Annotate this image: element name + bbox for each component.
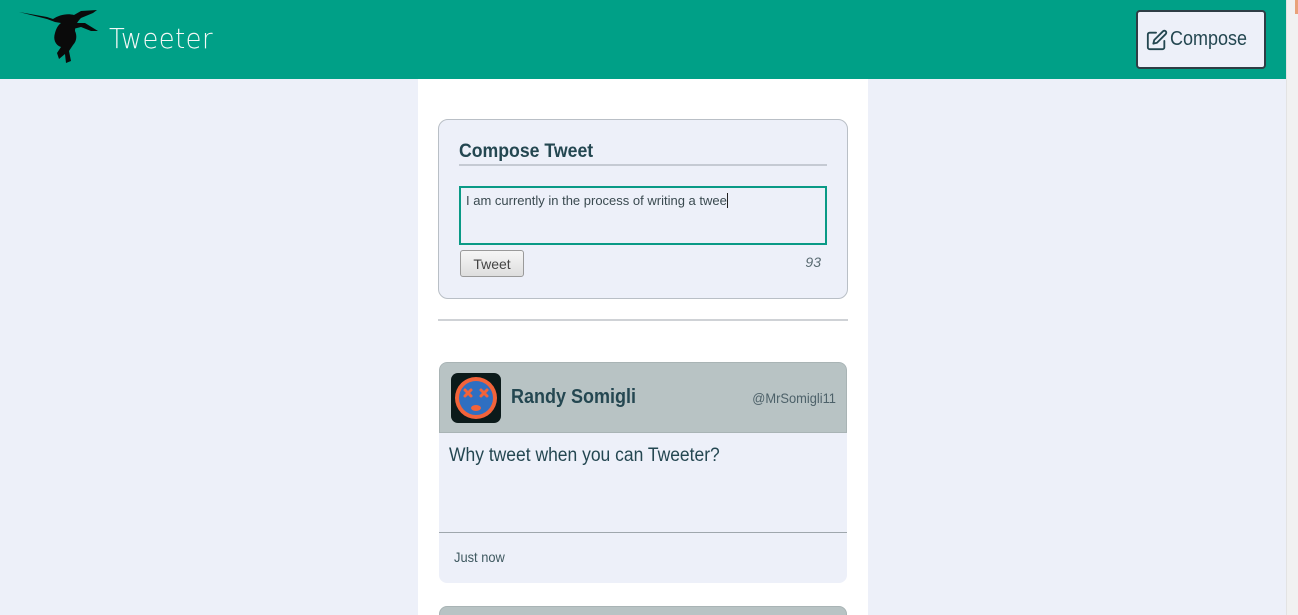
tweet-body: Why tweet when you can Tweeter? bbox=[449, 445, 720, 466]
tweet-author-handle: @MrSomigli11 bbox=[752, 390, 836, 406]
tweet-card: Randy Somigli @MrSomigli11 Why tweet whe… bbox=[439, 362, 847, 583]
tweet-input-value: I am currently in the process of writing… bbox=[466, 193, 727, 208]
tweet-timestamp: Just now bbox=[454, 549, 505, 565]
next-tweet-card-header bbox=[439, 606, 847, 615]
tweet-header: Randy Somigli @MrSomigli11 bbox=[439, 362, 847, 433]
compose-tweet-panel: Compose Tweet I am currently in the proc… bbox=[438, 119, 848, 299]
tweet-footer-divider bbox=[439, 532, 847, 533]
top-nav-bar: Tweeter Compose bbox=[0, 0, 1286, 79]
window-scrollbar[interactable] bbox=[1286, 0, 1298, 615]
main-column: Compose Tweet I am currently in the proc… bbox=[418, 79, 868, 615]
compose-button-label: Compose bbox=[1170, 28, 1248, 50]
text-caret bbox=[726, 193, 728, 208]
compose-tweet-title: Compose Tweet bbox=[459, 141, 594, 162]
tweet-submit-button[interactable]: Tweet bbox=[460, 250, 524, 277]
section-divider bbox=[438, 319, 848, 321]
title-underline bbox=[459, 164, 827, 166]
dizzy-face-avatar-icon bbox=[451, 373, 501, 423]
edit-icon bbox=[1147, 29, 1168, 50]
compose-button[interactable]: Compose bbox=[1136, 10, 1266, 69]
hummingbird-logo-icon bbox=[19, 10, 98, 63]
app-title: Tweeter bbox=[109, 22, 214, 55]
character-counter: 93 bbox=[805, 254, 821, 270]
tweet-author-name: Randy Somigli bbox=[511, 386, 637, 408]
tweet-textarea[interactable]: I am currently in the process of writing… bbox=[459, 186, 827, 245]
